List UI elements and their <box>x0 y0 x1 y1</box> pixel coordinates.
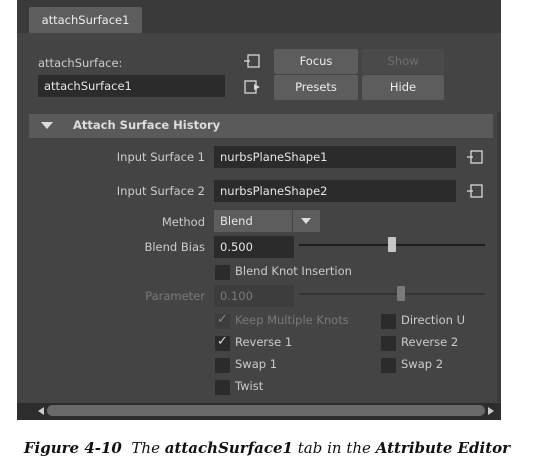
blend-bias-slider-handle[interactable] <box>388 237 396 252</box>
scroll-left-icon[interactable] <box>38 407 44 415</box>
hide-button[interactable]: Hide <box>362 75 444 100</box>
parameter-field[interactable]: 0.100 <box>214 285 294 307</box>
caption-tab-name: attachSurface1 <box>164 439 293 457</box>
caption-pre: The <box>131 439 160 457</box>
section-header-attach-surface-history[interactable]: Attach Surface History <box>29 114 493 138</box>
reverse-1-label: Reverse 1 <box>235 335 293 349</box>
horizontal-scrollbar-thumb[interactable] <box>47 405 485 416</box>
twist-checkbox[interactable] <box>215 380 230 395</box>
input-surface-2-label: Input Surface 2 <box>116 184 205 198</box>
connection-icon[interactable] <box>466 149 484 165</box>
scroll-right-icon[interactable] <box>488 407 494 415</box>
attribute-editor-panel: attachSurface1 attachSurface: attachSurf… <box>17 0 501 420</box>
swap-1-checkbox[interactable] <box>215 358 230 373</box>
direction-u-label: Direction U <box>401 313 466 327</box>
node-name-field[interactable]: attachSurface1 <box>38 75 225 97</box>
method-dropdown[interactable]: Blend <box>214 210 292 232</box>
vertical-scrollbar[interactable] <box>497 112 501 402</box>
parameter-label: Parameter <box>145 289 205 303</box>
input-surface-1-label: Input Surface 1 <box>116 150 205 164</box>
twist-label: Twist <box>235 379 264 393</box>
keep-multiple-knots-checkbox[interactable]: ✓ <box>215 312 230 329</box>
caption-editor-name: Attribute Editor <box>375 439 511 457</box>
caption-figure-number: Figure 4-10 <box>23 439 122 457</box>
input-surface-2-field[interactable]: nurbsPlaneShape2 <box>214 180 456 202</box>
input-surface-1-field[interactable]: nurbsPlaneShape1 <box>214 146 456 168</box>
parameter-slider-track[interactable] <box>299 293 485 295</box>
blend-knot-insertion-label: Blend Knot Insertion <box>235 264 352 278</box>
reverse-2-label: Reverse 2 <box>401 335 459 349</box>
checkmark-icon: ✓ <box>217 312 228 327</box>
connection-icon[interactable] <box>466 183 484 199</box>
swap-2-checkbox[interactable] <box>381 358 396 373</box>
blend-bias-label: Blend Bias <box>144 240 205 254</box>
blend-bias-field[interactable]: 0.500 <box>214 236 294 258</box>
blend-knot-insertion-checkbox[interactable] <box>215 265 230 280</box>
figure-caption: Figure 4-10 The attachSurface1 tab in th… <box>0 439 534 457</box>
section-title: Attach Surface History <box>73 118 221 132</box>
tab-strip: attachSurface1 <box>17 0 501 33</box>
caption-mid: tab in the <box>297 439 371 457</box>
triangle-down-icon <box>41 122 53 129</box>
presets-button[interactable]: Presets <box>274 75 358 100</box>
focus-button[interactable]: Focus <box>274 49 358 74</box>
reverse-2-checkbox[interactable] <box>381 336 396 351</box>
method-dropdown-arrow[interactable] <box>293 210 320 232</box>
method-label: Method <box>161 215 205 229</box>
arrow-out-icon[interactable] <box>243 79 261 95</box>
parameter-slider-handle[interactable] <box>396 286 405 301</box>
direction-u-checkbox[interactable] <box>381 314 396 329</box>
triangle-down-icon <box>301 218 311 224</box>
checkmark-icon: ✓ <box>217 334 228 349</box>
input-output-icon[interactable] <box>243 53 261 69</box>
reverse-1-checkbox[interactable]: ✓ <box>215 334 230 351</box>
node-type-label: attachSurface: <box>38 56 123 70</box>
show-button[interactable]: Show <box>362 49 444 74</box>
keep-multiple-knots-label: Keep Multiple Knots <box>235 313 349 327</box>
tab-attachsurface1[interactable]: attachSurface1 <box>29 7 142 33</box>
swap-1-label: Swap 1 <box>235 357 278 371</box>
swap-2-label: Swap 2 <box>401 357 444 371</box>
